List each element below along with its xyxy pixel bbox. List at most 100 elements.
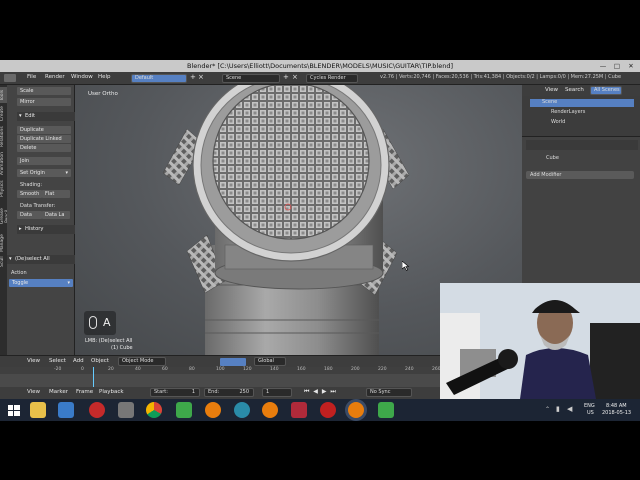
maximize-button[interactable]: □ [610,60,624,72]
mirror-button[interactable]: Mirror [17,98,71,106]
close-button[interactable]: ✕ [624,60,638,72]
render-engine-selector[interactable]: Cycles Render [306,74,358,83]
start-icon[interactable] [6,402,22,418]
action-value: Toggle [12,280,29,286]
manipulator-toggle[interactable] [220,358,246,366]
add-scene-icon[interactable]: + [283,73,289,81]
tl-menu-view[interactable]: View [27,389,40,395]
remove-scene-icon[interactable]: × [292,73,298,81]
outliner-item-scene[interactable]: Scene [530,99,634,107]
menu-file[interactable]: File [27,74,36,80]
tl-menu-frame[interactable]: Frame [76,389,93,395]
timeline-tick-label: 20 [108,367,114,372]
camtasia-recorder-icon[interactable] [378,402,394,418]
tab-create[interactable]: Create [0,105,7,123]
outliner-view-menu[interactable]: View [545,87,558,93]
scene-selector[interactable]: Scene [222,74,280,83]
globe-icon[interactable] [234,402,250,418]
blender-active-icon[interactable] [348,402,364,418]
set-origin-dropdown[interactable]: Set Origin ▾ [17,169,71,177]
add-modifier-button[interactable]: Add Modifier [526,171,634,179]
menu-window[interactable]: Window [71,74,93,80]
tl-menu-playback[interactable]: Playback [99,389,124,395]
adobe-reader-icon[interactable] [89,402,105,418]
join-button[interactable]: Join [17,157,71,165]
start-frame-label: Start: [154,389,168,395]
properties-editor: Cube Add Modifier [522,137,640,283]
collapse-arrow-icon: ▾ [9,256,12,262]
start-frame-field[interactable]: Start: 1 [150,388,200,397]
tab-grease-pencil[interactable]: Grease Pencil [0,201,10,231]
game-controller-icon[interactable] [118,402,134,418]
vp-menu-select[interactable]: Select [49,358,66,364]
windows-taskbar: ⌃ ▮ ◀ ENG US 8:48 AM 2018-05-13 [0,399,640,421]
origami-icon[interactable] [291,402,307,418]
timeline-header: View Marker Frame Playback Start: 1 End:… [0,387,440,399]
operator-panel-header[interactable]: ▾ (De)select All [7,255,75,264]
file-explorer-icon[interactable] [30,402,46,418]
history-panel-header[interactable]: ▸ History [17,225,75,234]
shading-label: Shading: [20,182,42,188]
current-frame-field[interactable]: 1 [262,388,292,397]
smooth-button[interactable]: Smooth [17,190,42,198]
sync-selector[interactable]: No Sync [366,388,412,397]
timeline[interactable]: -20 0 20 40 60 80 100 120 140 160 180 200 220 240 260 [0,367,441,387]
duplicate-linked-button[interactable]: Duplicate Linked [17,135,71,143]
outliner-item-renderlayers[interactable]: RenderLayers [538,109,634,117]
camtasia-icon[interactable] [176,402,192,418]
tab-sculpt[interactable]: Scull [0,255,7,269]
tab-relations[interactable]: Relations [0,125,7,149]
language-indicator[interactable]: ENG [584,403,595,409]
data-layout-button[interactable]: Data La [42,211,70,219]
remove-layout-icon[interactable]: × [198,73,204,81]
outliner-item-world[interactable]: World [538,119,634,127]
vp-menu-view[interactable]: View [27,358,40,364]
data-transfer-button[interactable]: Data [17,211,42,219]
outliner-search-menu[interactable]: Search [565,87,584,93]
blender-icon[interactable] [205,402,221,418]
playback-controls[interactable]: ⏮ ◀ ▶ ⏭ [304,388,337,396]
vp-menu-add[interactable]: Add [73,358,84,364]
action-dropdown[interactable]: Toggle ▾ [9,279,73,287]
chrome-icon[interactable] [146,402,162,418]
menu-render[interactable]: Render [45,74,65,80]
media-player-icon[interactable] [58,402,74,418]
outliner-display-mode[interactable]: All Scenes [590,86,622,95]
tab-manage[interactable]: Manage [0,233,7,253]
volume-icon[interactable]: ◀ [567,405,572,413]
editor-type-icon[interactable] [4,74,16,82]
outliner-header: View Search All Scenes [522,85,640,96]
scene-stats: v2.76 | Verts:20,746 | Faces:20,536 | Tr… [380,74,622,80]
outliner-world-label: World [551,119,566,125]
current-frame-marker[interactable] [93,367,94,387]
layout-selector[interactable]: Default [131,74,187,83]
tab-physics[interactable]: Physics [0,179,7,199]
vp-menu-object[interactable]: Object [91,358,109,364]
tray-chevron-icon[interactable]: ⌃ [545,406,550,413]
duplicate-button[interactable]: Duplicate [17,126,71,134]
tab-animation[interactable]: Animation [0,151,7,177]
tl-menu-marker[interactable]: Marker [49,389,68,395]
clock-time[interactable]: 8:48 AM [606,403,627,409]
menu-help[interactable]: Help [98,74,111,80]
add-layout-icon[interactable]: + [190,73,196,81]
minimize-button[interactable]: — [596,60,610,72]
power-icon[interactable] [320,402,336,418]
window-title: Blender* [C:\Users\Elliott\Documents\BLE… [186,62,454,70]
keypress-overlay: A [84,311,116,335]
clock-date: 2018-05-13 [602,410,632,416]
end-frame-field[interactable]: End: 250 [204,388,254,397]
mode-selector[interactable]: Object Mode [118,357,166,366]
flat-button[interactable]: Flat [42,190,70,198]
scale-button[interactable]: Scale [17,87,71,95]
timeline-tick-label: 40 [135,367,141,372]
orientation-selector[interactable]: Global [254,357,286,366]
tab-tools[interactable]: Tools [0,87,7,103]
properties-context-tabs[interactable] [526,140,638,150]
network-icon[interactable]: ▮ [556,405,560,413]
delete-button[interactable]: Delete [17,144,71,152]
blender-icon[interactable] [262,402,278,418]
edit-panel-header[interactable]: ▾ Edit [17,112,75,121]
dropdown-arrow-icon: ▾ [65,170,68,176]
operator-header-label: (De)select All [15,256,50,262]
